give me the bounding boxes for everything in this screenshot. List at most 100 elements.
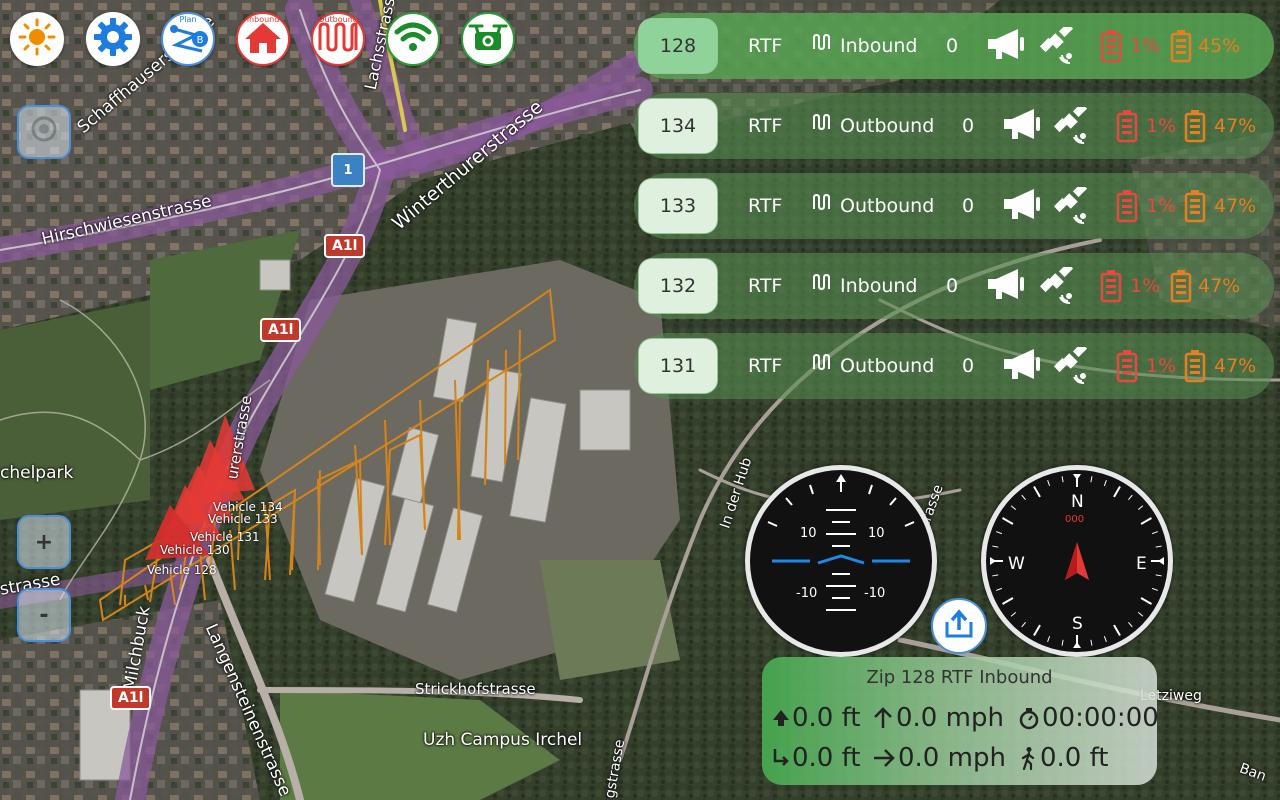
battery-percent-primary: 1%: [1146, 355, 1177, 377]
vehicle-id: 128: [659, 35, 697, 57]
vehicle-card[interactable]: 128 RTF Inbound 0 1% 45%: [634, 13, 1274, 79]
battery-half-icon: [1170, 269, 1192, 308]
vehicle-count: 0: [962, 195, 975, 217]
svg-text:B: B: [197, 35, 204, 46]
vehicle-card[interactable]: 133 RTF Outbound 0 1% 47%: [634, 173, 1274, 239]
battery-low-icon: [1116, 189, 1138, 228]
vehicle-card[interactable]: 131 RTF Outbound 0 1% 47%: [634, 333, 1274, 399]
compass-tick: [1155, 574, 1162, 577]
compass-tick: [1113, 486, 1121, 498]
walk-distance-row: 0.0 ft: [1018, 743, 1109, 773]
stopwatch-icon: [1019, 708, 1039, 730]
place-label: Uzh Campus Irchel: [423, 730, 583, 750]
battery-percent-primary: 1%: [1130, 275, 1161, 297]
walking-person-icon: [1021, 747, 1035, 770]
plan-caption: Plan: [179, 15, 197, 24]
vehicle-id-button[interactable]: 134: [638, 98, 718, 154]
layers-button[interactable]: [17, 105, 71, 159]
compass-tick: [1090, 476, 1093, 483]
drone-camera-button[interactable]: [461, 12, 515, 66]
vehicle-id-button[interactable]: 132: [638, 258, 718, 314]
compass-heading: 000: [1065, 514, 1085, 525]
zoom-in-button[interactable]: +: [17, 515, 71, 569]
ground-speed-value: 0.0 mph: [898, 743, 1006, 773]
compass: N 000 S E W: [981, 465, 1173, 657]
vehicle-id-button[interactable]: 133: [638, 178, 718, 234]
megaphone-icon[interactable]: [1002, 187, 1042, 228]
flight-pattern-icon: [812, 33, 832, 56]
inbound-button[interactable]: Inbound: [236, 12, 290, 66]
vehicle-id-button[interactable]: 131: [638, 338, 718, 394]
layers-icon: [29, 114, 59, 150]
compass-east: E: [1136, 554, 1147, 574]
compass-tick: [1152, 587, 1158, 591]
wifi-button[interactable]: [386, 12, 440, 66]
vehicle-direction: Outbound: [840, 115, 935, 137]
battery-half-icon: [1184, 349, 1206, 388]
megaphone-icon[interactable]: [1002, 347, 1042, 388]
compass-tick: [1021, 621, 1026, 628]
vehicle-card[interactable]: 132 RTF Inbound 0 1% 47%: [634, 253, 1274, 319]
zoom-out-button[interactable]: -: [17, 588, 71, 642]
vehicle-direction: Outbound: [840, 355, 935, 377]
vehicle-label: Vehicle 133: [208, 512, 278, 526]
megaphone-icon[interactable]: [986, 267, 1026, 308]
compass-tick: [1103, 636, 1107, 642]
compass-tick: [1155, 545, 1162, 548]
home-distance-row: 0.0 ft: [772, 743, 861, 773]
arrow-up-outline-icon: [874, 707, 892, 728]
vertical-speed-row: 0.0 mph: [872, 703, 1004, 733]
timer-row: 00:00:00: [1018, 703, 1159, 733]
plan-button[interactable]: Plan B: [161, 12, 215, 66]
settings-button[interactable]: [86, 12, 140, 66]
compass-tick: [1140, 517, 1152, 525]
compass-tick: [1033, 624, 1041, 636]
battery-percent-secondary: 47%: [1198, 275, 1241, 297]
vehicle-mode: RTF: [748, 35, 783, 57]
compass-tick: [1033, 486, 1041, 498]
compass-tick: [1002, 597, 1014, 605]
battery-low-icon: [1100, 269, 1122, 308]
brightness-button[interactable]: [10, 12, 64, 66]
compass-tick: [1103, 480, 1107, 486]
telemetry-panel: Zip 128 RTF Inbound 0.0 ft 0.0 mph 00:00…: [762, 657, 1159, 785]
upload-button[interactable]: [931, 598, 987, 654]
altitude-value: 0.0 ft: [792, 703, 861, 733]
compass-tick: [1021, 494, 1026, 501]
compass-tick: [1010, 612, 1017, 617]
gps-satellite-icon: [1052, 342, 1092, 390]
compass-tick: [996, 531, 1002, 535]
arrow-right-icon: [874, 749, 895, 767]
vehicle-mode: RTF: [748, 115, 783, 137]
compass-tick: [1128, 621, 1133, 628]
home-icon: [243, 19, 283, 59]
vehicle-direction: Outbound: [840, 195, 935, 217]
battery-percent-primary: 1%: [1146, 115, 1177, 137]
battery-percent-secondary: 47%: [1214, 355, 1257, 377]
battery-low-icon: [1100, 29, 1122, 68]
arrow-up-icon: [773, 710, 789, 726]
battery-half-icon: [1170, 29, 1192, 68]
vehicle-id-button[interactable]: 128: [638, 18, 718, 74]
megaphone-icon[interactable]: [986, 27, 1026, 68]
drone-camera-icon: [467, 20, 509, 58]
compass-tick: [1047, 636, 1051, 642]
outbound-button[interactable]: Outbound: [311, 12, 365, 66]
vehicle-card[interactable]: 134 RTF Outbound 0 1% 47%: [634, 93, 1274, 159]
battery-percent-primary: 1%: [1130, 35, 1161, 57]
telemetry-title: Zip 128 RTF Inbound: [866, 667, 1053, 688]
compass-tick: [1010, 505, 1017, 510]
pitch-label: 10: [800, 526, 817, 541]
compass-west: W: [1008, 554, 1025, 574]
vehicle-label: Vehicle 130: [160, 543, 230, 557]
pitch-label: 10: [868, 526, 885, 541]
highway-badge: A1l: [260, 318, 302, 342]
vehicle-label: Vehicle 131: [190, 530, 260, 544]
flight-pattern-icon: [812, 273, 832, 296]
megaphone-icon[interactable]: [1002, 107, 1042, 148]
compass-north: N: [1071, 492, 1084, 512]
flight-pattern-icon: [812, 113, 832, 136]
sun-icon: [17, 17, 57, 61]
wifi-icon: [393, 20, 433, 58]
battery-low-icon: [1116, 349, 1138, 388]
